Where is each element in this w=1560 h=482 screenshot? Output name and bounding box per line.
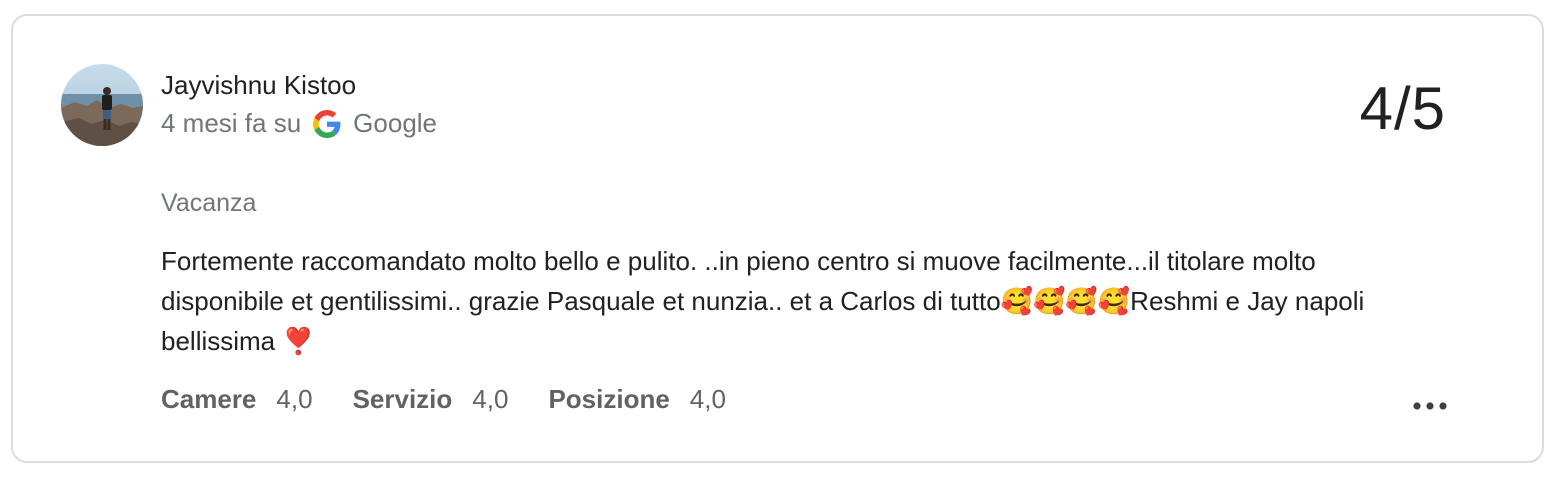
rating-rooms: Camere 4,0: [161, 384, 313, 415]
more-options-icon: [1413, 402, 1447, 410]
review-source: Google: [353, 108, 438, 138]
more-options-button[interactable]: [1410, 394, 1450, 418]
rating-label: Servizio: [352, 384, 453, 414]
sub-ratings: Camere 4,0 Servizio 4,0 Posizione 4,0: [161, 384, 766, 415]
author-avatar[interactable]: [61, 64, 143, 146]
rating-service: Servizio 4,0: [353, 384, 509, 415]
review-card: Jayvishnu Kistoo 4 mesi fa su Google 4/5…: [11, 14, 1544, 463]
rating-location: Posizione 4,0: [548, 384, 726, 415]
google-g-icon: [313, 109, 341, 138]
review-time: 4 mesi fa su: [161, 108, 302, 138]
review-text: Fortemente raccomandato molto bello e pu…: [161, 246, 1365, 356]
rating-value: 4,0: [472, 384, 509, 414]
review-meta: 4 mesi fa su Google: [161, 108, 437, 139]
review-score: 4/5: [1359, 75, 1446, 142]
rating-label: Camere: [161, 384, 257, 414]
rating-label: Posizione: [548, 384, 670, 414]
rating-value: 4,0: [689, 384, 726, 414]
trip-type: Vacanza: [161, 189, 257, 217]
author-name[interactable]: Jayvishnu Kistoo: [161, 70, 356, 101]
rating-value: 4,0: [276, 384, 313, 414]
avatar-photo: [61, 64, 143, 146]
